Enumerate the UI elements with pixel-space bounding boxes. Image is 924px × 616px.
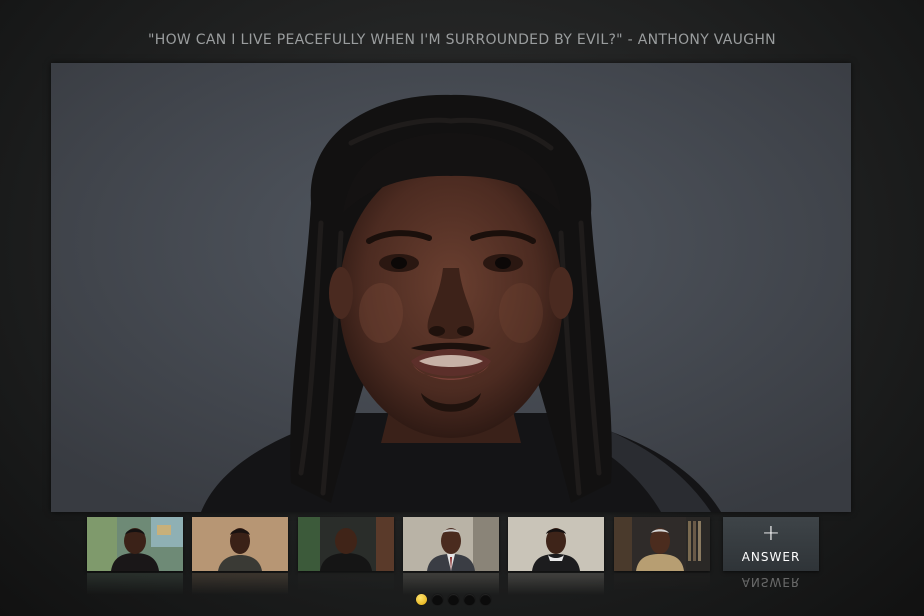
thumbnail-2-reflection bbox=[192, 573, 288, 595]
answer-button-label: ANSWER bbox=[741, 550, 801, 564]
thumbnail-3-reflection bbox=[298, 573, 394, 595]
page: "HOW CAN I LIVE PEACEFULLY WHEN I'M SURR… bbox=[0, 0, 924, 616]
answer-button-reflection: ANSWER bbox=[741, 575, 801, 589]
answer-button[interactable]: + ANSWER bbox=[723, 517, 819, 571]
thumbnail-strip: + ANSWER ANSWER bbox=[0, 517, 924, 595]
carousel-pager bbox=[416, 594, 491, 606]
thumbnail-image bbox=[87, 517, 183, 571]
thumbnail-6-reflection bbox=[614, 573, 710, 595]
pager-dot-3[interactable] bbox=[448, 594, 459, 605]
pager-dot-2[interactable] bbox=[432, 594, 443, 605]
pager-dot-4[interactable] bbox=[464, 594, 475, 605]
thumbnail-image bbox=[403, 517, 499, 571]
thumbnail-image bbox=[192, 517, 288, 571]
thumbnail-1[interactable] bbox=[87, 517, 183, 571]
thumbnail-6[interactable] bbox=[614, 517, 710, 571]
plus-icon: + bbox=[761, 521, 781, 546]
thumbnail-image bbox=[614, 517, 710, 571]
thumbnail-1-reflection bbox=[87, 573, 183, 595]
pager-dot-1[interactable] bbox=[416, 594, 427, 605]
thumbnail-2[interactable] bbox=[192, 517, 288, 571]
pager-dot-5[interactable] bbox=[480, 594, 491, 605]
thumbnail-4-reflection bbox=[403, 573, 499, 595]
thumbnail-5-reflection bbox=[508, 573, 604, 595]
thumbnail-image bbox=[298, 517, 394, 571]
video-player[interactable] bbox=[51, 63, 851, 512]
thumbnail-4[interactable] bbox=[403, 517, 499, 571]
question-title: "HOW CAN I LIVE PEACEFULLY WHEN I'M SURR… bbox=[148, 32, 776, 48]
thumbnail-5[interactable] bbox=[508, 517, 604, 571]
video-frame-image bbox=[51, 63, 851, 512]
thumbnail-3[interactable] bbox=[298, 517, 394, 571]
thumbnail-image bbox=[508, 517, 604, 571]
